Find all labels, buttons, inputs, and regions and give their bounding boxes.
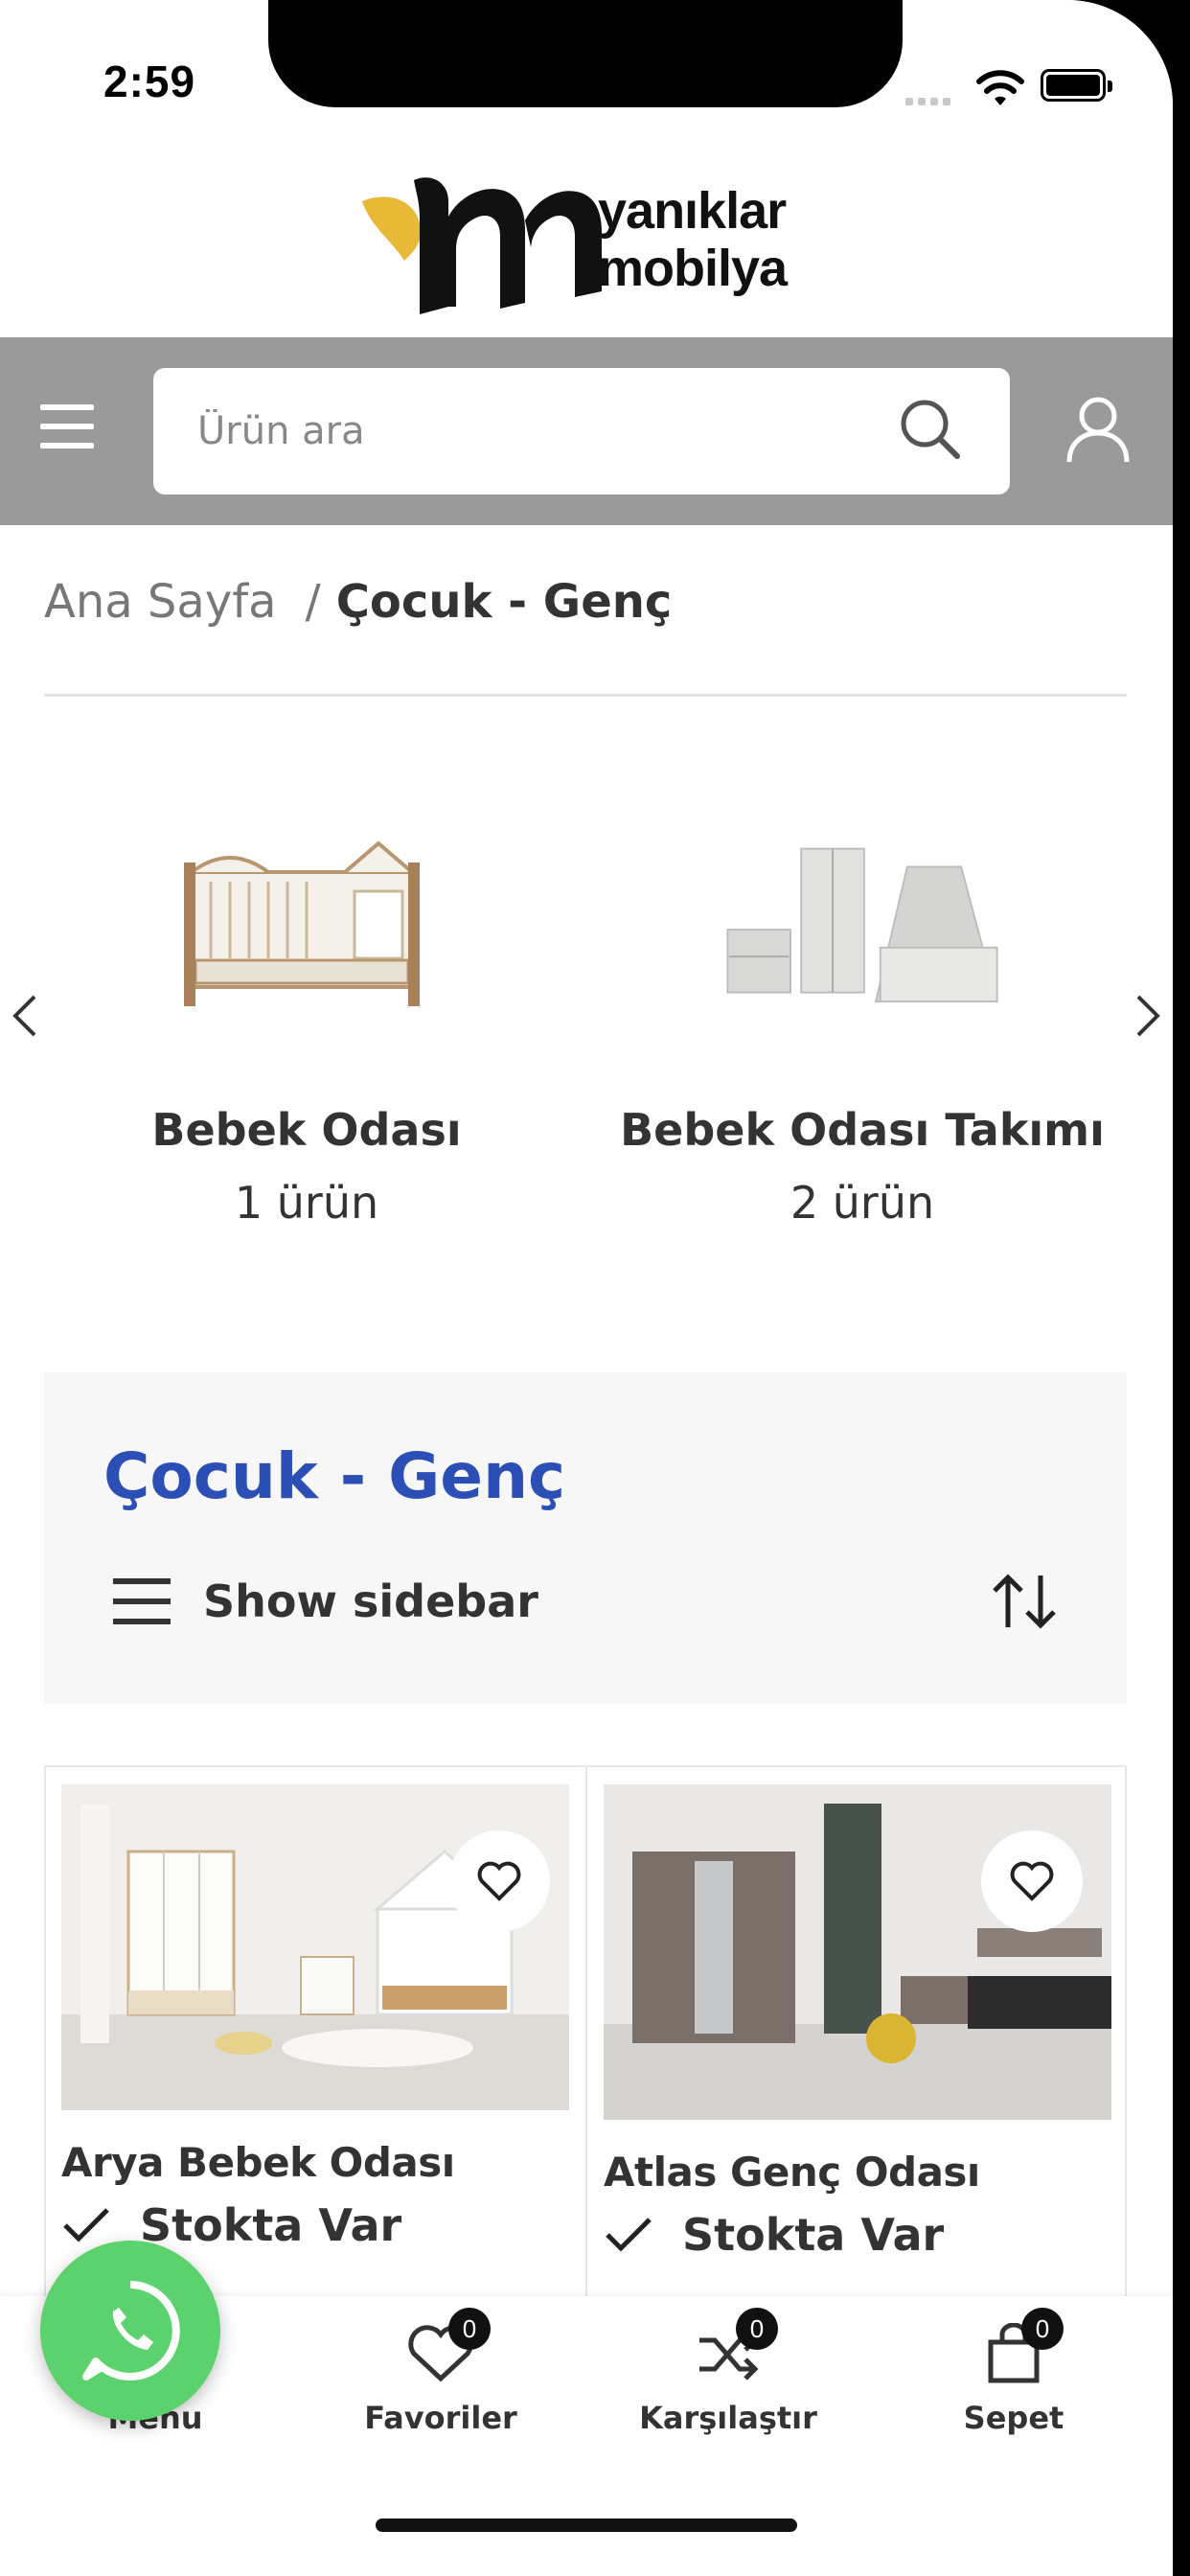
compare-count-badge: 0	[736, 2308, 778, 2350]
brand-name: yanıklar mobilya	[598, 182, 788, 297]
breadcrumb: Ana Sayfa / Çocuk - Genç	[44, 575, 672, 629]
category-card[interactable]: Bebek Odası 1 ürün	[38, 748, 575, 1229]
hamburger-menu-icon[interactable]	[40, 404, 94, 448]
battery-icon	[1041, 69, 1112, 102]
category-count: 2 ürün	[790, 1177, 935, 1229]
wifi-icon	[976, 70, 1024, 105]
user-account-icon[interactable]	[1065, 395, 1131, 464]
heart-icon	[477, 1861, 521, 1901]
divider	[44, 694, 1127, 697]
status-time: 2:59	[103, 57, 196, 106]
breadcrumb-current: Çocuk - Genç	[335, 575, 673, 629]
whatsapp-button[interactable]	[40, 2241, 220, 2421]
notch	[268, 0, 903, 107]
cart-count-badge: 0	[1021, 2308, 1064, 2350]
favorites-count-badge: 0	[448, 2308, 491, 2350]
product-grid: Arya Bebek Odası Stokta Var Atlas Genç O…	[44, 1765, 1127, 2304]
whatsapp-icon	[82, 2281, 180, 2380]
search-bar	[0, 337, 1173, 525]
nav-favorites[interactable]: 0 Favoriler	[335, 2308, 546, 2436]
screen: 2:59 yanıklar mobilya Ürün ara Ana Sayfa…	[0, 0, 1173, 2576]
check-icon	[606, 2218, 652, 2252]
add-to-favorites-button[interactable]	[981, 1830, 1083, 1932]
grid-divider	[585, 1767, 587, 2304]
status-bar: 2:59	[0, 0, 1173, 153]
category-name[interactable]: Bebek Odası	[38, 1104, 575, 1156]
nav-compare-label: Karşılaştır	[639, 2400, 817, 2436]
crib-image	[184, 840, 420, 1006]
product-name[interactable]: Arya Bebek Odası	[61, 2139, 569, 2186]
show-sidebar-label: Show sidebar	[203, 1576, 538, 1627]
breadcrumb-separator: /	[305, 575, 321, 629]
product-card[interactable]: Atlas Genç Odası Stokta Var	[604, 1784, 1111, 2261]
cellular-signal-icon	[905, 91, 955, 109]
search-input[interactable]	[153, 368, 1010, 494]
nav-compare[interactable]: 0 Karşılaştır	[623, 2308, 834, 2436]
nav-cart[interactable]: 0 Sepet	[908, 2308, 1119, 2436]
search-icon[interactable]	[896, 395, 963, 462]
carousel-next-icon[interactable]	[1129, 987, 1167, 1045]
home-indicator-area	[0, 2461, 1173, 2576]
check-icon	[63, 2208, 109, 2242]
stock-label: Stokta Var	[140, 2199, 402, 2251]
logo-header: yanıklar mobilya	[0, 153, 1173, 337]
category-count: 1 ürün	[234, 1177, 379, 1229]
product-card[interactable]: Arya Bebek Odası Stokta Var	[61, 1784, 569, 2251]
nursery-set-image	[726, 847, 998, 1002]
category-carousel: Bebek Odası 1 ürün Bebek Odası Takımı 2 …	[0, 748, 1173, 1284]
sidebar-menu-icon	[113, 1578, 171, 1624]
nav-favorites-label: Favoriler	[364, 2400, 517, 2436]
sort-icon[interactable]	[989, 1572, 1062, 1631]
heart-icon	[1010, 1861, 1054, 1901]
stock-label: Stokta Var	[682, 2209, 945, 2261]
phone-frame: 2:59 yanıklar mobilya Ürün ara Ana Sayfa…	[0, 0, 1190, 2576]
product-name[interactable]: Atlas Genç Odası	[604, 2149, 1111, 2196]
nav-cart-label: Sepet	[963, 2400, 1064, 2436]
stock-status: Stokta Var	[604, 2209, 1111, 2261]
category-heading: Çocuk - Genç Show sidebar	[44, 1372, 1127, 1704]
show-sidebar-button[interactable]: Show sidebar	[113, 1576, 538, 1627]
category-name[interactable]: Bebek Odası Takımı	[594, 1104, 1131, 1156]
breadcrumb-home-link[interactable]: Ana Sayfa	[44, 575, 277, 629]
add-to-favorites-button[interactable]	[448, 1830, 550, 1932]
page-title: Çocuk - Genç	[103, 1439, 566, 1513]
category-card[interactable]: Bebek Odası Takımı 2 ürün	[594, 748, 1131, 1229]
home-indicator[interactable]	[376, 2518, 797, 2532]
